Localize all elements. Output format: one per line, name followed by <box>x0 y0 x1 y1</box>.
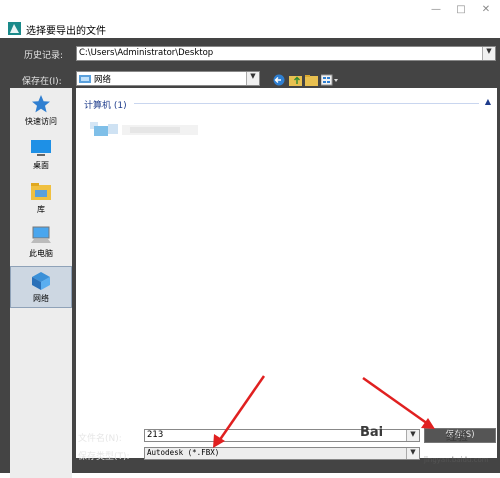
watermark-brand: Bai <box>360 425 384 440</box>
chevron-down-icon[interactable]: ▼ <box>406 448 419 459</box>
place-label: 此电脑 <box>29 249 53 258</box>
network-icon <box>32 272 50 290</box>
view-menu-icon[interactable] <box>321 74 341 86</box>
filetype-label: 保存类型(T): <box>78 452 130 462</box>
place-this-pc[interactable]: 此电脑 <box>10 222 72 264</box>
save-in-label: 保存在(I): <box>22 77 62 87</box>
file-list[interactable]: 计算机 (1) ▲ <box>76 88 497 458</box>
title-bar: 选择要导出的文件 — □ ✕ <box>0 0 500 39</box>
close-button[interactable]: ✕ <box>475 3 497 17</box>
filetype-select[interactable]: Autodesk (*.FBX) ▼ <box>144 447 420 460</box>
watermark-url: jingyan.baidu.com <box>424 456 489 464</box>
minimize-button[interactable]: — <box>425 3 447 17</box>
back-icon[interactable] <box>272 74 286 86</box>
chevron-down-icon[interactable]: ▼ <box>246 72 259 85</box>
filename-value: 213 <box>147 430 164 440</box>
place-network[interactable]: 网络 <box>10 266 72 308</box>
filetype-value: Autodesk (*.FBX) <box>147 448 220 457</box>
history-combo[interactable]: C:\Users\Administrator\Desktop ▼ <box>76 46 496 61</box>
chevron-down-icon[interactable]: ▼ <box>482 47 495 60</box>
place-desktop[interactable]: 桌面 <box>10 134 72 176</box>
save-in-combo[interactable]: 网络 ▼ <box>76 71 260 86</box>
network-folder-icon <box>79 75 91 83</box>
new-folder-icon[interactable] <box>305 74 319 86</box>
app-icon <box>8 22 21 35</box>
up-folder-icon[interactable] <box>289 74 303 86</box>
library-icon <box>31 183 51 200</box>
history-label: 历史记录: <box>24 51 64 61</box>
place-label: 快速访问 <box>25 117 57 126</box>
place-quick-access[interactable]: 快速访问 <box>10 90 72 132</box>
chevron-down-icon[interactable]: ▼ <box>406 430 419 441</box>
chevron-up-icon[interactable]: ▲ <box>485 97 491 106</box>
window-title: 选择要导出的文件 <box>26 26 106 37</box>
group-header[interactable]: 计算机 (1) <box>84 98 127 111</box>
place-label: 桌面 <box>33 161 49 170</box>
place-library[interactable]: 库 <box>10 178 72 220</box>
computer-item-blurred[interactable] <box>90 120 200 140</box>
save-in-value: 网络 <box>94 75 112 85</box>
watermark-brand2: 经验 <box>446 430 468 443</box>
computer-icon <box>31 226 51 243</box>
history-value: C:\Users\Administrator\Desktop <box>79 48 214 58</box>
place-label: 网络 <box>33 294 49 303</box>
place-label: 库 <box>37 205 45 214</box>
desktop-icon <box>31 140 51 156</box>
maximize-button[interactable]: □ <box>450 3 472 17</box>
star-icon <box>32 95 50 113</box>
places-bar: 快速访问 桌面 库 此电脑 网络 <box>10 88 72 478</box>
filename-label: 文件名(N): <box>78 434 122 444</box>
group-divider <box>134 103 479 104</box>
export-dialog: 历史记录: C:\Users\Administrator\Desktop ▼ 保… <box>0 38 500 478</box>
